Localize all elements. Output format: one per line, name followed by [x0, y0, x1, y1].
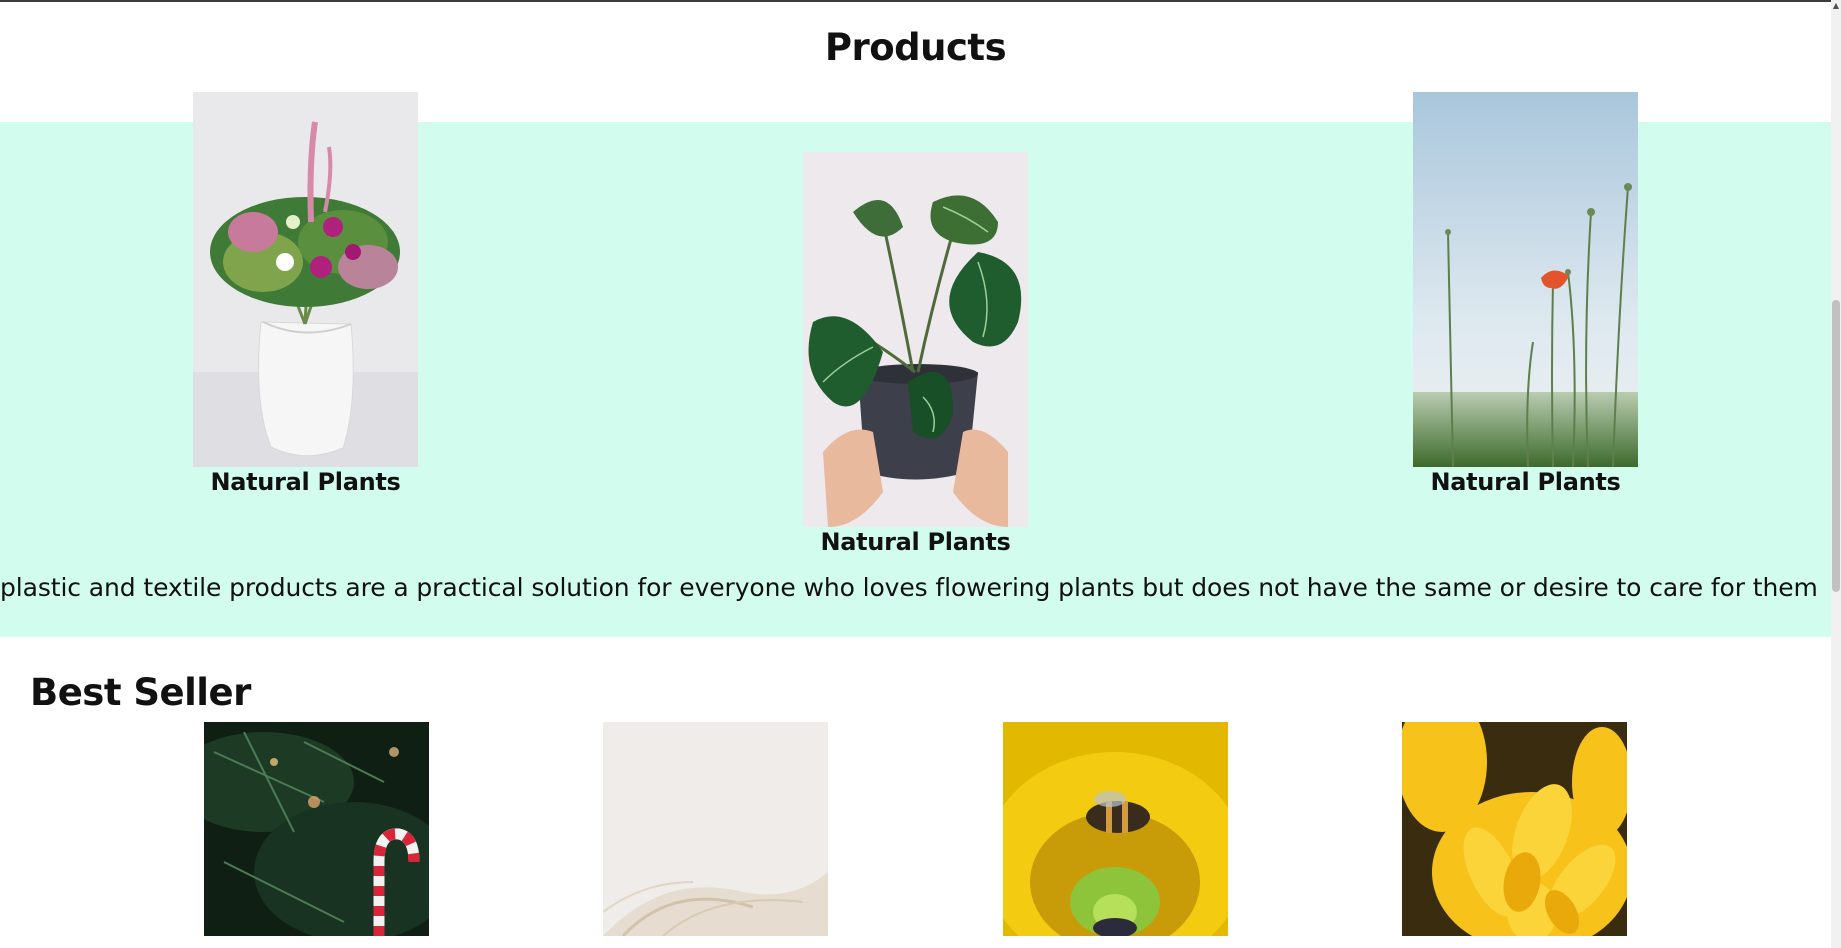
best-seller-image-chrysanthemum[interactable] — [1402, 722, 1627, 936]
vertical-scrollbar-thumb[interactable] — [1832, 300, 1840, 592]
best-seller-image-feathers[interactable] — [603, 722, 828, 936]
product-label: Natural Plants — [210, 468, 401, 496]
best-seller-image-sunflower-bee[interactable] — [1003, 722, 1228, 936]
product-image-bouquet[interactable] — [193, 92, 418, 467]
product-image-potted-plant[interactable] — [803, 152, 1028, 527]
scroll-up-arrow-icon[interactable]: ▲ — [1831, 0, 1841, 12]
best-seller-image-christmas[interactable] — [204, 722, 429, 936]
product-image-meadow[interactable] — [1413, 92, 1638, 467]
product-label: Natural Plants — [820, 528, 1011, 556]
vertical-scrollbar[interactable]: ▲ — [1831, 0, 1841, 948]
page: Products Natural Plants Natural Plants N… — [0, 0, 1831, 936]
best-seller-heading: Best Seller — [30, 671, 251, 714]
product-label: Natural Plants — [1430, 468, 1621, 496]
products-heading: Products — [824, 26, 1007, 69]
products-description: plastic and textile products are a pract… — [0, 573, 1818, 602]
top-border — [0, 0, 1831, 2]
